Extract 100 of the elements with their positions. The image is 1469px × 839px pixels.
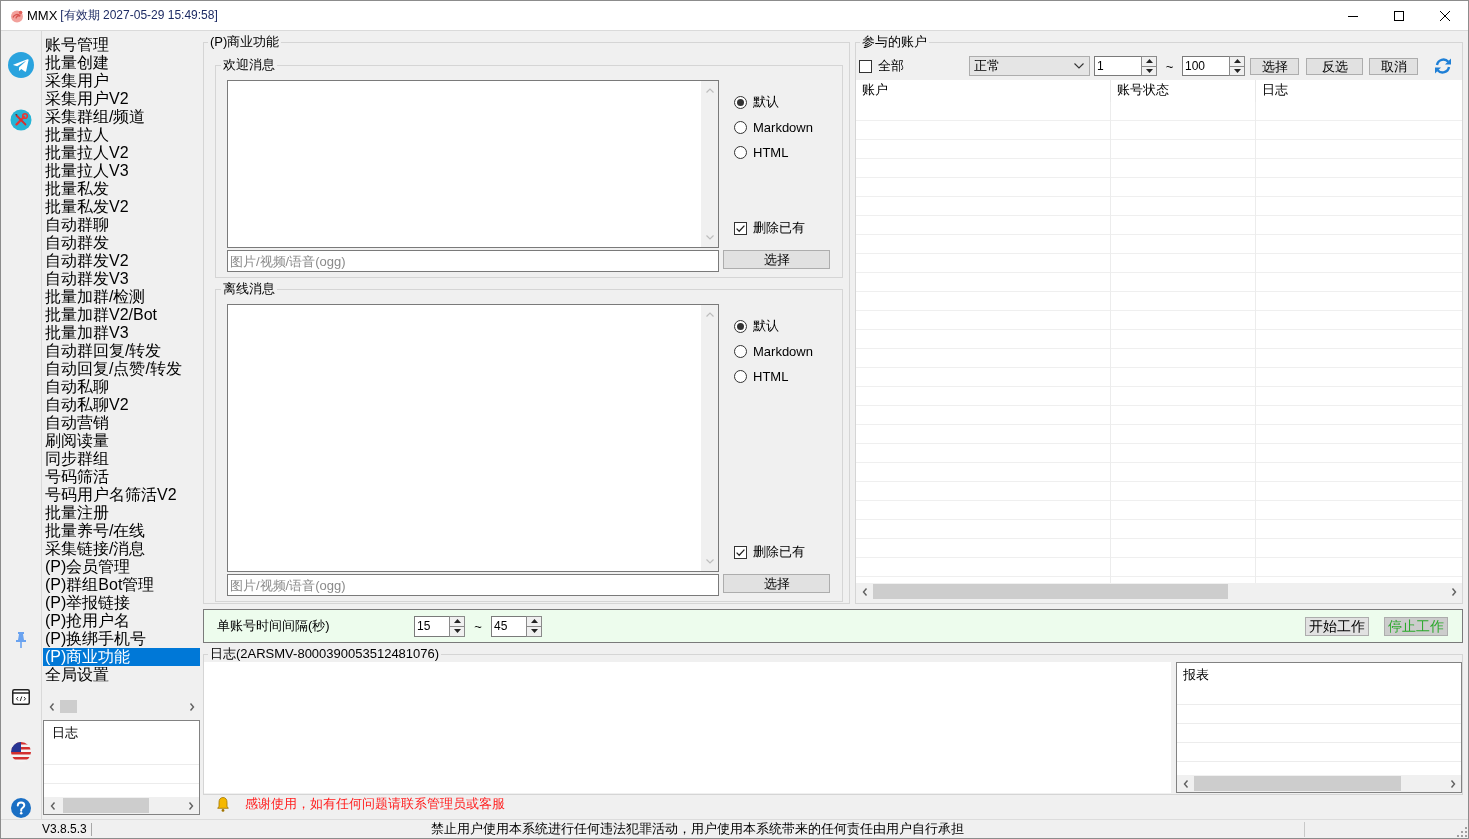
sidebar-item[interactable]: 采集链接/消息 — [43, 540, 200, 558]
sidebar-item[interactable]: 批量创建 — [43, 54, 200, 72]
spin-up-button[interactable] — [1141, 56, 1157, 67]
media-path-field[interactable]: 图片/视频/语音(ogg) — [227, 574, 719, 596]
scrollbar-thumb[interactable] — [60, 700, 77, 713]
spin-down-button[interactable] — [526, 626, 542, 637]
sidebar-item[interactable]: (P)群组Bot管理 — [43, 576, 200, 594]
chevron-left-icon[interactable] — [860, 587, 869, 596]
sidebar-item[interactable]: 全局设置 — [43, 666, 200, 684]
flag-icon[interactable] — [11, 742, 31, 762]
delete-existing-checkbox[interactable]: 删除已有 — [734, 544, 805, 560]
sidebar-item[interactable]: 号码用户名筛活V2 — [43, 486, 200, 504]
sidebar-item[interactable]: 批量拉人V2 — [43, 144, 200, 162]
sidebar-item[interactable]: 批量拉人 — [43, 126, 200, 144]
media-path-field[interactable]: 图片/视频/语音(ogg) — [227, 250, 719, 272]
sidebar-item[interactable]: 批量拉人V3 — [43, 162, 200, 180]
checkbox-icon[interactable] — [859, 59, 872, 73]
choose-button[interactable]: 选择 — [723, 574, 830, 593]
checkbox-icon[interactable] — [734, 221, 747, 235]
spin-down-button[interactable] — [449, 626, 465, 637]
resize-grip-icon[interactable] — [1455, 824, 1467, 837]
sidebar-item[interactable]: 批量养号/在线 — [43, 522, 200, 540]
sidebar-item[interactable]: 自动私聊V2 — [43, 396, 200, 414]
spin-up-button[interactable] — [1229, 56, 1245, 67]
scrollbar-thumb[interactable] — [63, 798, 149, 813]
sidebar-item[interactable]: 刷阅读量 — [43, 432, 200, 450]
format-radio[interactable]: 默认 — [734, 318, 779, 334]
sidebar-item[interactable]: 自动营销 — [43, 414, 200, 432]
checkbox-icon[interactable] — [734, 545, 747, 559]
spin-down-button[interactable] — [1141, 66, 1157, 76]
column-header[interactable]: 账号状态 — [1111, 80, 1256, 102]
number-field[interactable]: 45 — [491, 615, 526, 637]
horizontal-scrollbar[interactable] — [856, 583, 1462, 600]
choose-button[interactable]: 选择 — [723, 250, 830, 269]
toolbar-button[interactable]: 取消 — [1369, 57, 1418, 75]
radio-icon[interactable] — [734, 319, 747, 333]
sidebar-item[interactable]: (P)抢用户名 — [43, 612, 200, 630]
sidebar-item[interactable]: 批量私发 — [43, 180, 200, 198]
spin-down-button[interactable] — [1229, 66, 1245, 76]
sidebar-item[interactable]: (P)会员管理 — [43, 558, 200, 576]
sidebar-item[interactable]: 账号管理 — [43, 36, 200, 54]
select-all-checkbox[interactable]: 全部 — [856, 58, 969, 74]
help-icon[interactable] — [11, 798, 31, 818]
chevron-right-icon[interactable] — [187, 702, 196, 711]
column-header[interactable]: 日志 — [1256, 80, 1462, 102]
sidebar-item[interactable]: 号码筛活 — [43, 468, 200, 486]
horizontal-scrollbar[interactable] — [44, 797, 199, 814]
paper-plane-icon[interactable] — [8, 52, 34, 78]
horizontal-scrollbar[interactable] — [1177, 775, 1461, 792]
sidebar-item[interactable]: 自动群发V3 — [43, 270, 200, 288]
sidebar-item[interactable]: 采集群组/频道 — [43, 108, 200, 126]
spin-up-button[interactable] — [449, 615, 465, 627]
chevron-left-icon[interactable] — [47, 702, 56, 711]
refresh-icon[interactable] — [1434, 57, 1452, 75]
chevron-left-icon[interactable] — [48, 801, 57, 810]
scrollbar-thumb[interactable] — [1194, 776, 1401, 791]
sidebar-item[interactable]: 批量加群V2/Bot — [43, 306, 200, 324]
sidebar-item[interactable]: (P)商业功能 — [43, 648, 200, 666]
format-radio[interactable]: Markdown — [734, 119, 813, 135]
number-field[interactable]: 15 — [414, 615, 449, 637]
format-radio[interactable]: 默认 — [734, 94, 779, 110]
chevron-left-icon[interactable] — [1181, 779, 1190, 788]
scrollbar-thumb[interactable] — [873, 584, 1228, 599]
number-field[interactable]: 100 — [1182, 56, 1229, 76]
format-radio[interactable]: HTML — [734, 144, 789, 160]
sidebar-item[interactable]: 自动群发V2 — [43, 252, 200, 270]
format-radio[interactable]: HTML — [734, 368, 789, 384]
radio-icon[interactable] — [734, 120, 747, 134]
format-radio[interactable]: Markdown — [734, 343, 813, 359]
status-dropdown[interactable]: 正常 — [969, 56, 1090, 76]
number-field[interactable]: 1 — [1094, 56, 1141, 76]
radio-icon[interactable] — [734, 344, 747, 358]
sidebar-item[interactable]: (P)换绑手机号 — [43, 630, 200, 648]
sidebar-item[interactable]: 自动群回复/转发 — [43, 342, 200, 360]
radio-icon[interactable] — [734, 95, 747, 109]
sidebar-item[interactable]: 同步群组 — [43, 450, 200, 468]
radio-icon[interactable] — [734, 145, 747, 159]
sidebar-item[interactable]: 采集用户 — [43, 72, 200, 90]
tools-icon[interactable] — [10, 109, 32, 131]
sidebar-item[interactable]: 采集用户V2 — [43, 90, 200, 108]
sidebar-item[interactable]: 自动私聊 — [43, 378, 200, 396]
toolbar-button[interactable]: 选择 — [1250, 57, 1299, 75]
sidebar-item[interactable]: 批量加群V3 — [43, 324, 200, 342]
sidebar-item[interactable]: 批量注册 — [43, 504, 200, 522]
delete-existing-checkbox[interactable]: 删除已有 — [734, 220, 805, 236]
chevron-right-icon[interactable] — [186, 801, 195, 810]
toolbar-button[interactable]: 反选 — [1306, 57, 1363, 75]
sidebar-item[interactable]: 自动群聊 — [43, 216, 200, 234]
sidebar-item[interactable]: 批量加群/检测 — [43, 288, 200, 306]
chevron-right-icon[interactable] — [1449, 587, 1458, 596]
spin-up-button[interactable] — [526, 615, 542, 627]
column-header[interactable]: 账户 — [856, 80, 1111, 102]
sidebar-item[interactable]: 自动回复/点赞/转发 — [43, 360, 200, 378]
radio-icon[interactable] — [734, 369, 747, 383]
sidebar-item[interactable]: 自动群发 — [43, 234, 200, 252]
code-window-icon[interactable] — [12, 689, 30, 705]
work-button[interactable]: 开始工作 — [1305, 616, 1369, 636]
sidebar-item[interactable]: 批量私发V2 — [43, 198, 200, 216]
sidebar-item[interactable]: (P)举报链接 — [43, 594, 200, 612]
chevron-right-icon[interactable] — [1448, 779, 1457, 788]
